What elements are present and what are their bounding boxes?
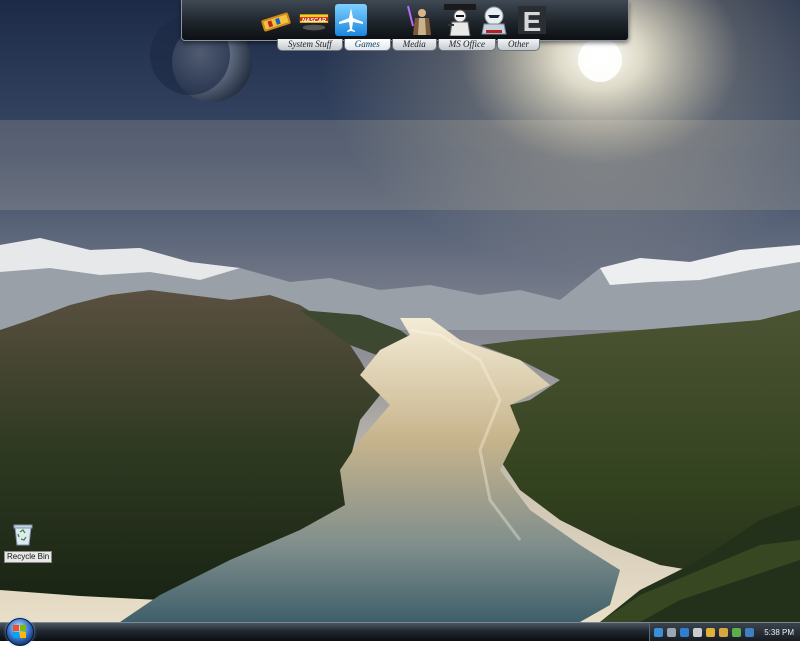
update-icon[interactable] <box>745 627 755 637</box>
tab-media[interactable]: Media <box>391 39 437 51</box>
nascar-logo-text: NASCAR <box>302 18 327 24</box>
recycle-bin-label: Recycle Bin <box>4 551 53 563</box>
taskbar: 5:38 PM <box>0 618 800 646</box>
e-letter-icon[interactable]: E <box>516 4 548 36</box>
windows-logo-icon <box>13 625 26 638</box>
star-wars-jedi-icon[interactable] <box>404 4 436 36</box>
folder-icon[interactable] <box>719 627 729 637</box>
tab-other[interactable]: Other <box>497 39 540 51</box>
shield-icon[interactable] <box>680 627 690 637</box>
desktop-icon-recycle-bin[interactable]: Recycle Bin <box>4 522 53 564</box>
tab-games[interactable]: Games <box>343 39 391 51</box>
network-icon[interactable] <box>654 627 664 637</box>
tab-system-stuff[interactable]: System Stuff <box>277 39 343 51</box>
volume-icon[interactable] <box>667 627 677 637</box>
star-wars-battlefront-icon[interactable] <box>444 4 476 36</box>
chat-icon[interactable] <box>706 627 716 637</box>
flight-simulator-icon[interactable] <box>335 4 367 36</box>
e-letter-text: E <box>523 6 542 36</box>
start-button[interactable] <box>6 618 34 646</box>
printer-icon[interactable] <box>693 627 703 637</box>
battery-icon[interactable] <box>732 627 742 637</box>
recycle-bin-icon <box>12 522 34 546</box>
app-dock: NASCAR E <box>181 0 629 41</box>
dock-tab-bar: System Stuff Games Media MS Office Other <box>277 39 541 51</box>
star-wars-clone-icon[interactable] <box>478 4 510 36</box>
pinball-icon[interactable] <box>260 4 292 36</box>
nascar-icon[interactable]: NASCAR <box>298 4 332 36</box>
desktop-wallpaper <box>0 0 800 622</box>
tab-ms-office[interactable]: MS Office <box>437 39 496 51</box>
system-tray: 5:38 PM <box>649 623 800 641</box>
clock[interactable]: 5:38 PM <box>764 628 794 637</box>
